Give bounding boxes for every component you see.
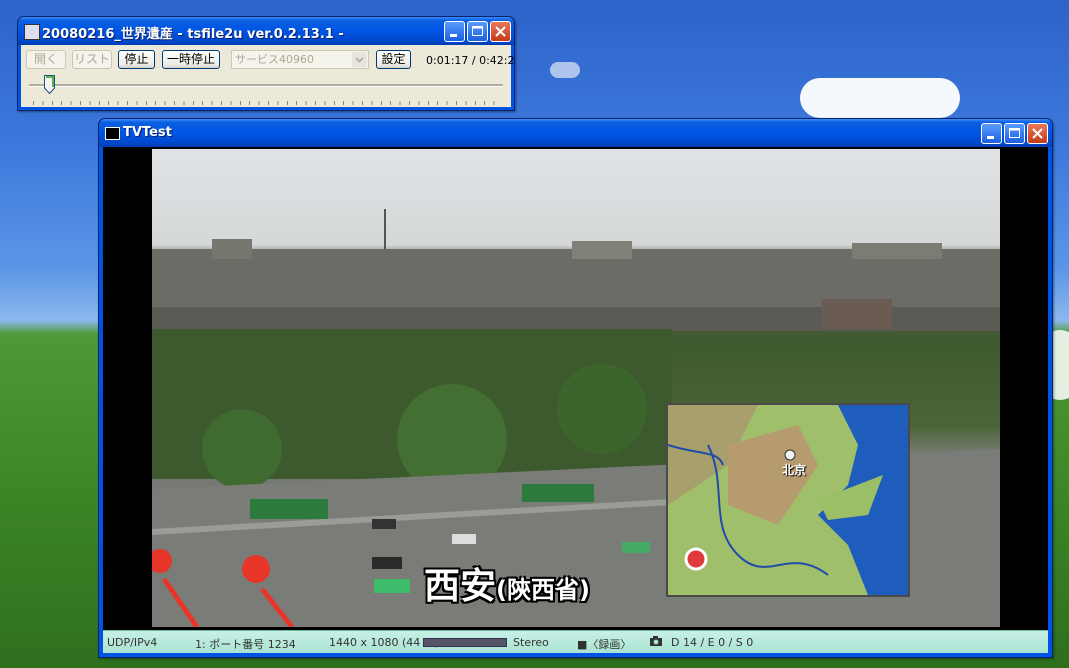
tv-app-icon <box>105 127 120 140</box>
tv-status-bar: UDP/IPv4 1: ポート番号 1234 1440 x 1080 (44 %… <box>103 630 1048 653</box>
close-icon <box>495 26 506 37</box>
tv-close-button[interactable] <box>1027 123 1048 144</box>
caption-province: (陝西省) <box>496 576 590 604</box>
pause-button[interactable]: 一時停止 <box>162 50 220 69</box>
app-icon <box>24 24 40 40</box>
tv-minimize-button[interactable] <box>981 123 1002 144</box>
tv-title-bar[interactable]: TVTest <box>99 119 1052 147</box>
minimize-button[interactable] <box>444 21 465 42</box>
settings-button[interactable]: 設定 <box>376 50 411 69</box>
ts-title-bar[interactable]: 20080216_世界遺産 - tsfile2u ver.0.2.13.1 - <box>18 17 514 45</box>
status-audio[interactable]: Stereo <box>513 636 549 649</box>
list-button[interactable]: リスト <box>72 50 112 69</box>
maximize-icon <box>1009 128 1020 138</box>
inset-map: 北京 <box>666 403 910 597</box>
camera-icon[interactable] <box>649 635 663 650</box>
xian-marker <box>684 547 708 571</box>
gate-tower <box>822 299 892 329</box>
service-select-value: サービス40960 <box>235 53 314 66</box>
map-city-label: 北京 <box>782 463 807 477</box>
video-frame[interactable]: 北京 西安(陝西省) <box>152 149 1000 627</box>
stop-button[interactable]: 停止 <box>118 50 155 69</box>
close-icon <box>1032 128 1043 139</box>
beijing-marker <box>784 449 796 461</box>
tv-window-title: TVTest <box>123 125 172 140</box>
maximize-icon <box>472 26 483 36</box>
balloon <box>242 555 270 583</box>
tsfile2u-window: 20080216_世界遺産 - tsfile2u ver.0.2.13.1 - … <box>17 16 515 111</box>
maximize-button[interactable] <box>467 21 488 42</box>
playback-time: 0:01:17 / 0:42:29 <box>426 54 515 67</box>
service-select[interactable]: サービス40960 <box>231 50 369 69</box>
tv-client-area: 北京 西安(陝西省) UDP/IPv4 1: ポート番号 1234 1440 x… <box>103 147 1048 653</box>
seek-ticks <box>33 101 499 105</box>
status-protocol[interactable]: UDP/IPv4 <box>107 636 157 649</box>
map-graphic <box>668 405 908 595</box>
status-record[interactable]: ■〈録画〉 <box>577 636 631 652</box>
close-button[interactable] <box>490 21 511 42</box>
bus <box>522 484 594 502</box>
minimize-icon <box>987 136 994 139</box>
status-drops[interactable]: D 14 / E 0 / S 0 <box>671 636 753 649</box>
open-button[interactable]: 開く <box>26 50 66 69</box>
video-caption: 西安(陝西省) <box>424 557 590 609</box>
tv-maximize-button[interactable] <box>1004 123 1025 144</box>
status-port[interactable]: 1: ポート番号 1234 <box>195 636 296 652</box>
ts-client-area: 開く リスト 停止 一時停止 サービス40960 設定 0:01:17 / 0:… <box>21 45 514 107</box>
seek-thumb[interactable] <box>44 75 56 94</box>
caption-place: 西安 <box>424 566 497 607</box>
wallpaper-cloud <box>550 62 580 78</box>
bus <box>250 499 328 519</box>
chevron-down-icon[interactable] <box>352 52 367 67</box>
wallpaper-cloud <box>800 78 960 118</box>
seek-track[interactable] <box>29 84 503 87</box>
tvtest-window: TVTest 北京 西安(陝西省) UDP/IPv4 1: ポート番号 1234… <box>98 118 1053 658</box>
audio-level-meter <box>423 638 507 647</box>
ts-window-title: 20080216_世界遺産 - tsfile2u ver.0.2.13.1 - <box>42 27 344 42</box>
minimize-icon <box>450 34 457 37</box>
